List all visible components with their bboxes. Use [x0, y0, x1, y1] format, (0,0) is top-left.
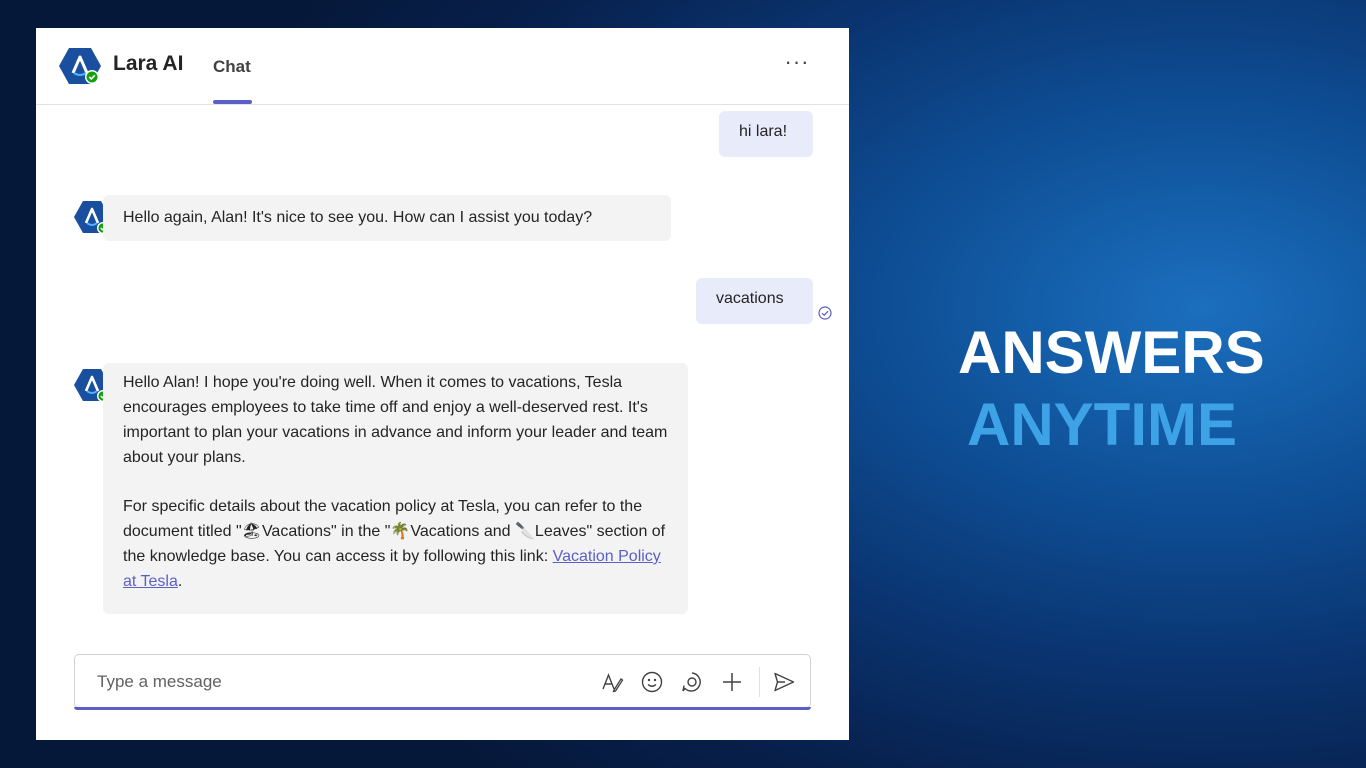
- message-input[interactable]: [95, 669, 579, 695]
- tagline-line2: ANYTIME: [967, 391, 1237, 458]
- message-paragraph: For specific details about the vacation …: [123, 494, 668, 594]
- message-text: Hello again, Alan! It's nice to see you.…: [123, 209, 593, 226]
- user-message: hi lara!: [719, 111, 813, 157]
- lara-ai-avatar[interactable]: [58, 46, 102, 86]
- add-icon[interactable]: [720, 670, 744, 694]
- more-options-icon[interactable]: ···: [784, 51, 810, 75]
- compose-focus-indicator: [74, 707, 811, 710]
- bot-message: Hello Alan! I hope you're doing well. Wh…: [103, 363, 688, 614]
- compose-divider: [759, 667, 760, 697]
- format-icon[interactable]: [600, 670, 624, 694]
- send-icon[interactable]: [772, 670, 796, 694]
- message-text: .: [177, 573, 183, 590]
- user-message: vacations: [696, 278, 813, 324]
- chat-window: Lara AI Chat ··· hi lara! Hello again, A…: [36, 28, 849, 740]
- message-text: vacations: [716, 290, 784, 307]
- app-title: Lara AI: [113, 52, 184, 75]
- emoji-icon[interactable]: [640, 670, 664, 694]
- read-receipt-icon: [818, 306, 832, 320]
- message-text: hi lara!: [739, 123, 788, 140]
- chat-header: Lara AI Chat ···: [36, 28, 849, 105]
- compose-box: [74, 654, 811, 708]
- message-paragraph: Hello Alan! I hope you're doing well. Wh…: [123, 374, 668, 466]
- tab-chat[interactable]: Chat: [213, 57, 251, 77]
- tagline-line1: ANSWERS: [958, 319, 1265, 386]
- tab-active-indicator: [213, 100, 252, 104]
- loop-icon[interactable]: [680, 670, 704, 694]
- bot-message: Hello again, Alan! It's nice to see you.…: [103, 195, 671, 241]
